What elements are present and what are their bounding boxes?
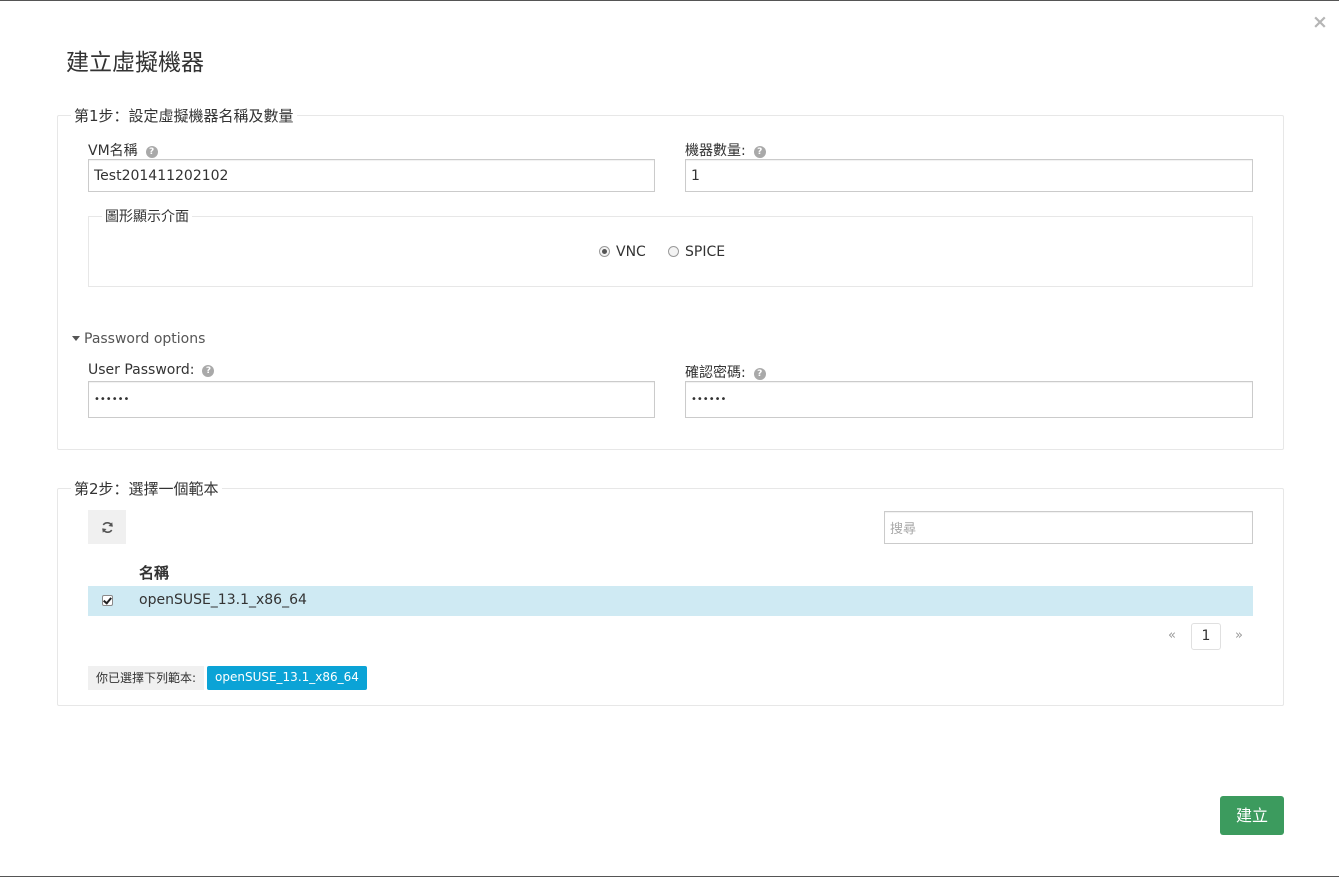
selected-template-tag[interactable]: openSUSE_13.1_x86_64	[207, 666, 367, 690]
count-label-text: 機器數量:	[685, 143, 746, 159]
pager-next[interactable]: »	[1235, 628, 1243, 643]
question-circle-icon[interactable]: ?	[753, 146, 766, 158]
column-header-name[interactable]: 名稱	[139, 562, 169, 583]
user-password-input[interactable]: ••••••	[88, 381, 655, 418]
radio-vnc-label: VNC	[616, 244, 646, 260]
radio-vnc-control[interactable]	[599, 246, 610, 257]
question-circle-icon[interactable]: ?	[202, 365, 215, 377]
table-row[interactable]: openSUSE_13.1_x86_64	[88, 586, 1253, 616]
vm-name-input[interactable]: Test201411202102	[88, 159, 655, 192]
count-label: 機器數量:?	[685, 140, 766, 160]
confirm-password-label: 確認密碼:?	[685, 362, 766, 382]
radio-spice-control[interactable]	[668, 246, 679, 257]
user-password-label-text: User Password:	[88, 362, 195, 378]
password-options-toggle[interactable]: Password options	[72, 331, 205, 347]
refresh-icon	[101, 521, 113, 533]
step1-legend: 第1步：設定虛擬機器名稱及數量	[74, 107, 294, 125]
pager-prev[interactable]: «	[1168, 628, 1176, 643]
close-icon[interactable]: ×	[1311, 13, 1329, 32]
create-vm-dialog: × 建立虛擬機器 第1步：設定虛擬機器名稱及數量 VM名稱? Test20141…	[0, 0, 1339, 877]
create-button[interactable]: 建立	[1220, 796, 1284, 835]
count-input[interactable]: 1	[685, 159, 1253, 192]
search-input[interactable]: 搜尋	[884, 511, 1253, 544]
radio-vnc[interactable]: VNC	[599, 241, 646, 260]
vm-name-label-text: VM名稱	[88, 143, 138, 159]
confirm-password-input[interactable]: ••••••	[685, 381, 1253, 418]
password-options-label: Password options	[84, 331, 206, 347]
dialog-title: 建立虛擬機器	[66, 50, 204, 76]
step2-legend: 第2步：選擇一個範本	[74, 480, 219, 498]
radio-spice-label: SPICE	[685, 244, 726, 260]
question-circle-icon[interactable]: ?	[145, 146, 158, 158]
row-checkbox[interactable]	[102, 595, 113, 606]
caret-down-icon	[72, 336, 80, 341]
radio-spice[interactable]: SPICE	[668, 241, 725, 260]
user-password-label: User Password:?	[88, 362, 215, 378]
display-legend: 圖形顯示介面	[105, 209, 189, 225]
pager-current[interactable]: 1	[1191, 623, 1221, 650]
vm-name-label: VM名稱?	[88, 140, 158, 160]
question-circle-icon[interactable]: ?	[753, 368, 766, 380]
confirm-password-label-text: 確認密碼:	[685, 365, 746, 381]
selected-templates-label: 你已選擇下列範本:	[88, 666, 205, 690]
row-name: openSUSE_13.1_x86_64	[139, 592, 307, 608]
refresh-button[interactable]	[88, 510, 126, 544]
